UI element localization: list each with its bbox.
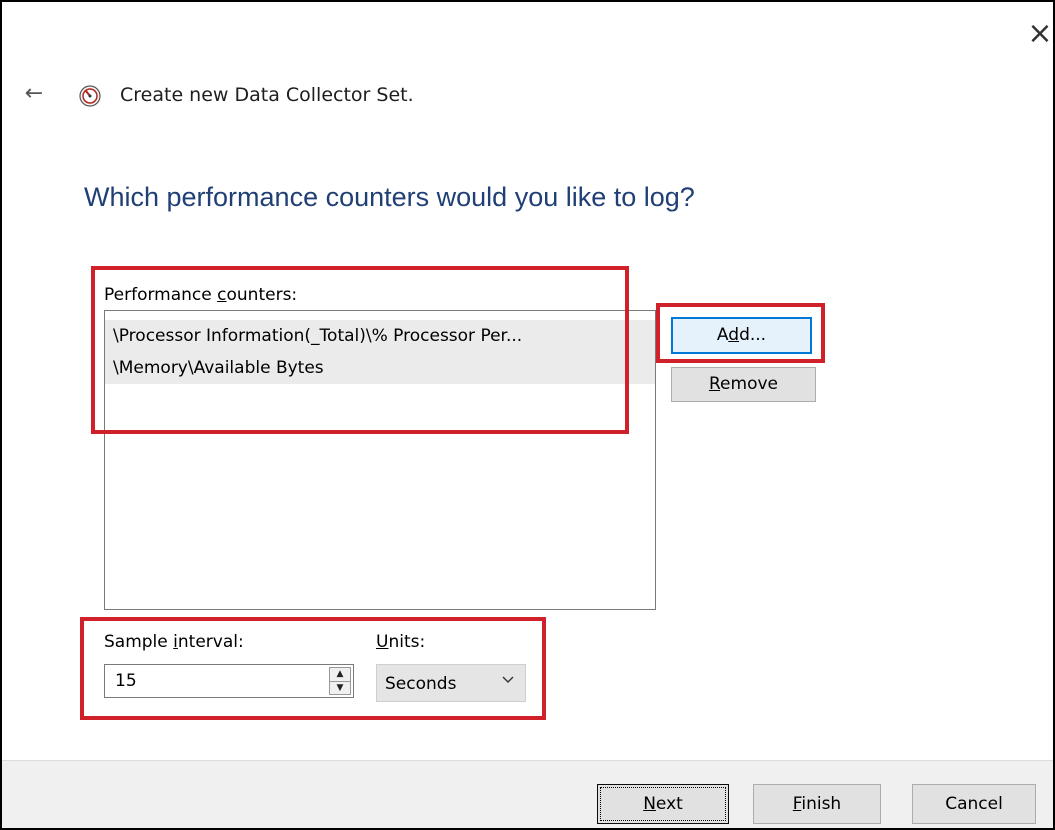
- sample-interval-label: Sample interval:: [104, 632, 244, 652]
- units-dropdown[interactable]: Seconds: [376, 664, 526, 702]
- chevron-down-icon: [501, 673, 515, 691]
- page-heading: Which performance counters would you lik…: [84, 182, 695, 212]
- spin-up-icon[interactable]: ▲: [330, 668, 350, 681]
- add-button[interactable]: Add...: [671, 317, 812, 354]
- list-item[interactable]: \Processor Information(_Total)\% Process…: [105, 320, 655, 352]
- interval-spinner[interactable]: ▲ ▼: [329, 667, 351, 695]
- back-arrow-icon[interactable]: ←: [20, 80, 48, 108]
- wizard-window: × ← Create new Data Collector Set. Which…: [0, 0, 1055, 830]
- finish-button[interactable]: Finish: [753, 784, 881, 824]
- performance-counters-list[interactable]: \Processor Information(_Total)\% Process…: [104, 310, 656, 610]
- spin-down-icon[interactable]: ▼: [330, 681, 350, 695]
- performance-counters-label: Performance counters:: [104, 285, 298, 305]
- perfmon-icon: [79, 85, 101, 107]
- remove-button[interactable]: Remove: [671, 367, 816, 402]
- units-label: Units:: [376, 632, 426, 652]
- sample-interval-value[interactable]: 15: [115, 671, 137, 691]
- wizard-title: Create new Data Collector Set.: [120, 84, 414, 106]
- list-item[interactable]: \Memory\Available Bytes: [105, 352, 655, 384]
- next-button[interactable]: Next: [597, 784, 729, 824]
- sample-interval-input[interactable]: 15 ▲ ▼: [104, 664, 354, 698]
- footer-bar: [2, 760, 1053, 828]
- close-icon[interactable]: ×: [1022, 16, 1053, 52]
- units-value: Seconds: [385, 674, 457, 694]
- cancel-button[interactable]: Cancel: [912, 784, 1036, 824]
